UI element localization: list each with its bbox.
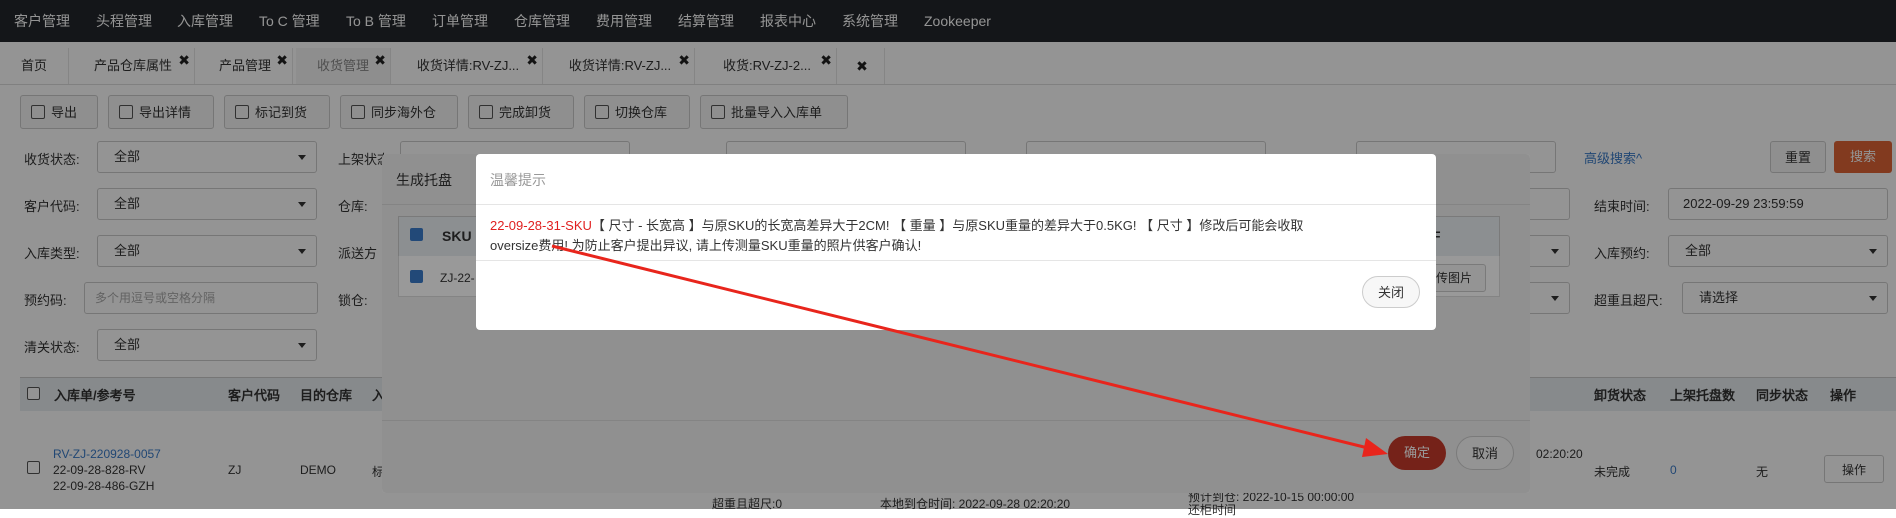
annotation-arrow-icon bbox=[551, 244, 1388, 457]
